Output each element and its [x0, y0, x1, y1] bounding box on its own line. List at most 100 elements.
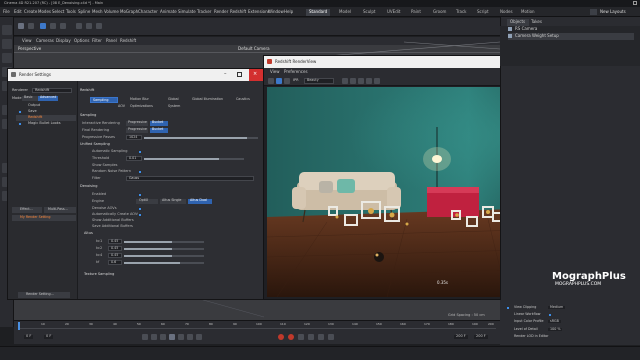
- previous-key-icon[interactable]: [151, 334, 157, 340]
- mode-points-icon[interactable]: [2, 53, 12, 63]
- undo-icon[interactable]: [18, 23, 24, 29]
- threshold-field[interactable]: 0.01: [126, 156, 142, 161]
- layout-tab-track[interactable]: Track: [453, 9, 469, 16]
- progressive-passes-field[interactable]: 1024: [126, 135, 142, 140]
- tab-global-illumination[interactable]: Global Illumination: [192, 97, 223, 101]
- rotation-key-icon[interactable]: [328, 334, 334, 340]
- menu-volume[interactable]: Volume: [104, 10, 119, 14]
- render-settings-icon[interactable]: [96, 23, 102, 29]
- tab-motion-blur[interactable]: Motion Blur: [130, 97, 149, 101]
- layout-tab-motion[interactable]: Motion: [518, 9, 538, 16]
- menu-character[interactable]: Character: [138, 10, 158, 14]
- tab-sampling[interactable]: Sampling: [90, 97, 118, 103]
- timeline-ruler[interactable]: 0 10 20 30 40 50 60 70 80 90 100 110 120…: [18, 323, 496, 329]
- menu-select[interactable]: Select: [52, 10, 64, 14]
- denoise-enabled-checkbox[interactable]: [138, 193, 142, 197]
- mode-model-icon[interactable]: [2, 25, 12, 35]
- multipass-button[interactable]: Multi-Pass...: [44, 207, 76, 213]
- tab-objects[interactable]: Objects: [507, 19, 529, 26]
- menu-create[interactable]: Create: [24, 10, 37, 14]
- render-view-icon[interactable]: [76, 23, 82, 29]
- menu-mograph[interactable]: MoGraph: [120, 10, 138, 14]
- settings-item-output[interactable]: Output: [28, 103, 40, 108]
- level-of-detail-value[interactable]: 100 %: [548, 327, 563, 332]
- tab-optimizations[interactable]: Optimizations: [130, 104, 153, 108]
- altus-row-1-field[interactable]: 0.45: [108, 239, 122, 244]
- auto-create-aovs-checkbox[interactable]: [138, 213, 142, 217]
- maximize-icon[interactable]: [237, 72, 242, 77]
- menu-render[interactable]: Render: [214, 10, 228, 14]
- scale-tool-icon[interactable]: [50, 23, 56, 29]
- render-icon[interactable]: [268, 78, 274, 84]
- denoise-aovs-checkbox[interactable]: [138, 207, 142, 211]
- final-bucket-button[interactable]: Bucket: [150, 127, 168, 133]
- altus-row-3-field[interactable]: 0.45: [108, 253, 122, 258]
- close-icon[interactable]: ×: [253, 72, 257, 77]
- play-forward-icon[interactable]: [169, 334, 175, 340]
- aov-dropdown[interactable]: Beauty: [304, 78, 334, 84]
- next-frame-icon[interactable]: [178, 334, 184, 340]
- save-checkbox[interactable]: [18, 110, 22, 114]
- zoom-icon[interactable]: [374, 78, 380, 84]
- layout-tab-paint[interactable]: Paint: [408, 9, 424, 16]
- tab-aov[interactable]: AOV: [118, 104, 125, 108]
- save-image-icon[interactable]: [350, 78, 356, 84]
- rotate-tool-icon[interactable]: [60, 23, 66, 29]
- position-key-icon[interactable]: [308, 334, 314, 340]
- menu-window[interactable]: Window: [268, 10, 284, 14]
- interactive-bucket-button[interactable]: Bucket: [150, 120, 168, 126]
- altus-row-2-field[interactable]: 0.45: [108, 246, 122, 251]
- object-row[interactable]: Camera Weight Setup: [508, 33, 634, 40]
- menu-spline[interactable]: Spline: [78, 10, 90, 14]
- snapshot-icon[interactable]: [342, 78, 348, 84]
- layout-icon[interactable]: [590, 9, 597, 15]
- menu-redshift[interactable]: Redshift: [230, 10, 246, 14]
- current-frame-field[interactable]: 0 F: [44, 334, 54, 339]
- mode-advanced-button[interactable]: Advanced: [38, 95, 58, 101]
- mode-texture-icon[interactable]: [2, 39, 12, 49]
- window-close-icon[interactable]: [633, 1, 637, 5]
- layout-tab-uvedit[interactable]: UVEdit: [384, 9, 403, 16]
- interactive-progressive-button[interactable]: Progressive: [126, 120, 148, 126]
- input-color-profile-value[interactable]: sRGB: [548, 319, 561, 324]
- engine-altus-dual-button[interactable]: Altus Dual: [188, 198, 212, 204]
- engine-optix-button[interactable]: OptiX: [136, 198, 158, 204]
- lock-camera-icon[interactable]: [366, 78, 372, 84]
- linear-workflow-checkbox[interactable]: [548, 313, 552, 317]
- layout-tab-sculpt[interactable]: Sculpt: [360, 9, 379, 16]
- render-setting-button[interactable]: Render Setting...: [18, 292, 70, 298]
- menu-tracker[interactable]: Tracker: [197, 10, 211, 14]
- menu-help[interactable]: Help: [284, 10, 293, 14]
- menu-edit[interactable]: Edit: [14, 10, 22, 14]
- final-progressive-button[interactable]: Progressive: [126, 127, 148, 133]
- ipr-label[interactable]: IPR: [293, 78, 299, 83]
- tab-global[interactable]: Global: [168, 97, 179, 101]
- random-noise-checkbox[interactable]: [138, 170, 142, 174]
- layout-tab-script[interactable]: Script: [474, 9, 492, 16]
- altus-row-4-field[interactable]: 0.6: [108, 260, 122, 265]
- magic-bullet-checkbox[interactable]: [18, 122, 22, 126]
- menu-file[interactable]: File: [3, 10, 10, 14]
- menu-simulate[interactable]: Simulate: [178, 10, 196, 14]
- menu-tools[interactable]: Tools: [66, 10, 76, 14]
- layout-tab-standard[interactable]: Standard: [306, 9, 331, 16]
- render-picture-viewer-icon[interactable]: [86, 23, 92, 29]
- keyframe-selection-icon[interactable]: [298, 334, 304, 340]
- render-settings-close-button[interactable]: ×: [249, 69, 263, 81]
- go-to-end-icon[interactable]: [196, 334, 202, 340]
- object-row[interactable]: RS Camera: [508, 26, 634, 33]
- texture-sampling-header[interactable]: Texture Sampling: [84, 272, 114, 277]
- max-frame-field[interactable]: 200 F: [474, 334, 488, 339]
- go-to-start-icon[interactable]: [142, 334, 148, 340]
- settings-item-save[interactable]: Save: [28, 109, 37, 114]
- menu-modes[interactable]: Modes: [38, 10, 51, 14]
- effect-button[interactable]: Effect...: [12, 207, 42, 213]
- region-icon[interactable]: [358, 78, 364, 84]
- render-view-menu-preferences[interactable]: Preferences: [284, 70, 308, 74]
- view-clipping-check[interactable]: [506, 306, 510, 310]
- mode-basic-button[interactable]: Basic: [22, 95, 38, 101]
- menu-extensions[interactable]: Extensions: [248, 10, 270, 14]
- start-frame-field[interactable]: 0 F: [24, 334, 34, 339]
- new-layouts-label[interactable]: New Layouts: [600, 10, 626, 14]
- settings-item-magic-bullet[interactable]: Magic Bullet Looks: [28, 121, 61, 126]
